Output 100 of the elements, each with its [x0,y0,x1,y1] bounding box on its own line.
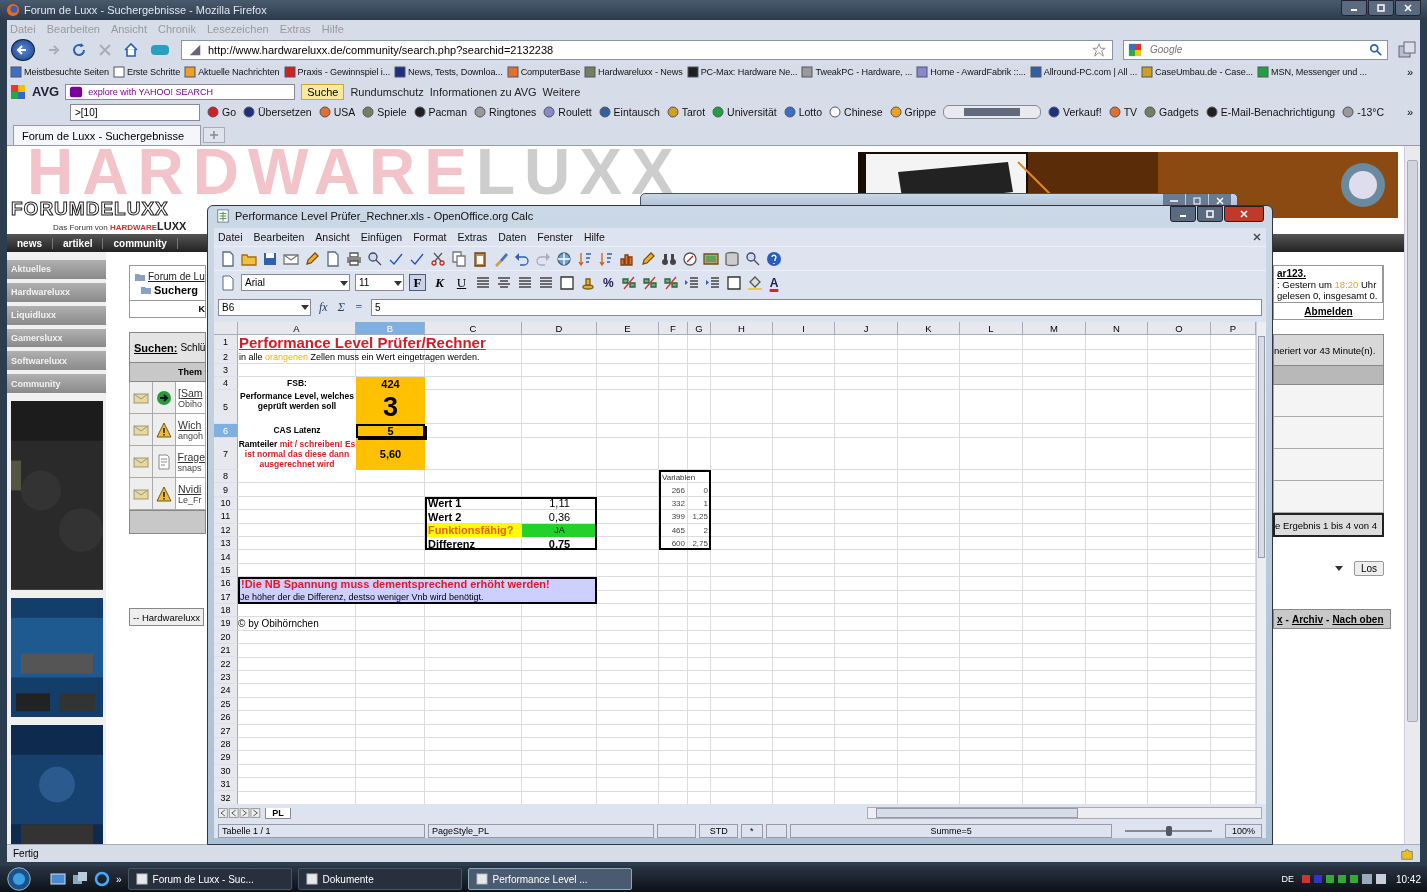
pencil-icon[interactable] [304,250,320,267]
language-indicator[interactable]: DE [1281,874,1294,884]
brush-icon[interactable] [493,250,509,267]
menu-item[interactable]: Einfügen [360,231,403,243]
bookmark-link[interactable]: Meistbesuchte Seiten [10,66,109,78]
globe-icon[interactable] [556,250,572,267]
thread-title-link[interactable]: [Sam [178,386,205,399]
address-field[interactable]: http://www.hardwareluxx.de/community/search.php?searchid=2132238 [181,39,1113,60]
toolbar-link[interactable]: Ringtones [474,106,537,118]
spreadsheet-cell[interactable]: © by Obihörnchen [238,617,425,631]
row-header[interactable]: 8 [214,470,238,484]
thread-title-link[interactable]: Frage [177,450,205,463]
spreadsheet-cell[interactable]: Wert 2 [425,510,522,524]
close-button[interactable] [1395,0,1421,16]
spreadsheet-cell[interactable]: 5,60 [356,438,425,470]
pages-icon[interactable] [451,250,467,267]
name-box[interactable]: B6 [218,298,311,316]
spreadsheet-cell[interactable]: 2 [688,523,711,537]
number-format-icon[interactable] [641,274,658,291]
font-name-select[interactable]: Arial [241,274,350,291]
sort-icon[interactable] [598,250,614,267]
align-lines-icon[interactable] [475,274,491,291]
align-lines-icon[interactable] [538,274,554,291]
nav-tab[interactable]: news [7,237,53,249]
search-icon[interactable] [1369,42,1383,57]
footer-link[interactable]: x [1277,613,1283,625]
row-header[interactable]: 29 [214,751,238,765]
toolbar-link[interactable]: Informationen zu AVG [429,85,537,98]
clipboard-icon[interactable] [472,250,488,267]
border-icon[interactable] [559,274,575,291]
maximize-button[interactable] [1197,206,1223,222]
more-bookmarks-button[interactable]: » [1402,66,1417,78]
spreadsheet-cell[interactable]: 5 [356,424,425,438]
spreadsheet-cell[interactable]: 3 [356,390,425,424]
column-header[interactable]: C [425,322,522,335]
number-format-icon[interactable] [620,274,637,291]
minimize-button[interactable] [1170,206,1196,222]
toolbar-link[interactable]: Gadgets [1144,106,1199,118]
toolbar-link[interactable]: Eintausch [598,106,660,118]
thread-title-link[interactable]: Wich [178,418,205,431]
row-header[interactable]: 3 [214,364,238,377]
toolbar-link[interactable]: Roulett [543,106,592,118]
search-icon[interactable] [367,250,383,267]
row-header[interactable]: 4 [214,377,238,390]
windows-icon[interactable] [72,871,88,887]
nav-tab[interactable]: community [103,237,178,249]
slider-thumb[interactable] [1165,826,1172,836]
column-header[interactable]: L [960,322,1023,335]
minimize-button[interactable] [1341,0,1367,16]
spreadsheet-cell[interactable]: in alle orangenen Zellen muss ein Wert eingetragen werden. [238,350,597,364]
toolbar-link[interactable]: Weitere [542,85,581,98]
table-row[interactable]: [Sam Obiho [129,382,206,414]
menu-item[interactable]: Hilfe [583,231,605,243]
database-icon[interactable] [724,250,740,267]
centered-lines-icon[interactable] [496,274,512,291]
column-header[interactable]: K [898,322,960,335]
spreadsheet-cell[interactable]: Ramteiler mit / schreiben! Es ist normal das diese dann ausgerechnet wird [238,438,356,470]
formula-input[interactable]: 5 [370,298,1262,316]
row-header[interactable]: 16 [214,577,238,591]
maximize-button[interactable] [1368,0,1394,16]
bookmark-link[interactable]: ComputerBase [506,66,581,78]
printer-icon[interactable] [346,250,362,267]
row-header[interactable]: 2 [214,350,238,364]
scrollbar[interactable] [1404,146,1420,844]
font-size-select[interactable]: 11 [355,274,404,291]
horizontal-scrollbar[interactable] [866,807,1262,819]
menu-item[interactable]: Datei [218,231,243,243]
spreadsheet-cell[interactable]: 1 [688,496,711,511]
dropdown-icon[interactable] [1333,563,1344,573]
forum-logo[interactable]: FORUMDELUXX [11,198,169,220]
format-button[interactable]: U [453,274,470,291]
toolbar-link[interactable]: USA [318,106,356,118]
toolbar-link[interactable]: Spiele [362,106,407,118]
bookmark-link[interactable]: Praxis - Gewinnspiel i... [283,66,391,78]
spreadsheet-cell[interactable]: 0,75 [522,536,597,551]
row-header[interactable]: 9 [214,483,238,497]
row-header[interactable]: 27 [214,724,238,738]
column-header[interactable]: P [1211,322,1256,335]
page-icon[interactable] [220,250,236,267]
column-header[interactable]: I [773,322,835,335]
home-icon[interactable] [123,41,139,58]
menu-item[interactable]: Ansicht [315,231,350,243]
toolbar-link[interactable]: E-Mail-Benachrichtigung [1205,106,1336,118]
toolbar-link[interactable]: Grippe [889,106,937,118]
menu-item[interactable]: Extras [457,231,488,243]
bucket-icon[interactable] [746,274,763,291]
search-field[interactable]: >[10] [70,103,200,121]
sort-icon[interactable] [577,250,593,267]
toolbar-link[interactable]: Pacman [413,106,468,118]
row-header[interactable]: 11 [214,510,238,524]
spreadsheet-cell[interactable]: 1,11 [522,496,597,511]
media-player[interactable] [943,105,1042,119]
spreadsheet-cell[interactable]: 332 [659,496,688,511]
toolbar-link[interactable]: Lotto [783,106,823,118]
desktop-icon[interactable] [50,871,66,887]
bookmark-link[interactable]: CaseUmbau.de - Case... [1141,66,1253,78]
formula-button[interactable]: = [352,299,365,315]
font-color-button[interactable]: A [767,275,781,290]
spreadsheet-cell[interactable]: Differenz [425,536,522,551]
bookmark-link[interactable]: News, Tests, Downloa... [394,66,503,78]
